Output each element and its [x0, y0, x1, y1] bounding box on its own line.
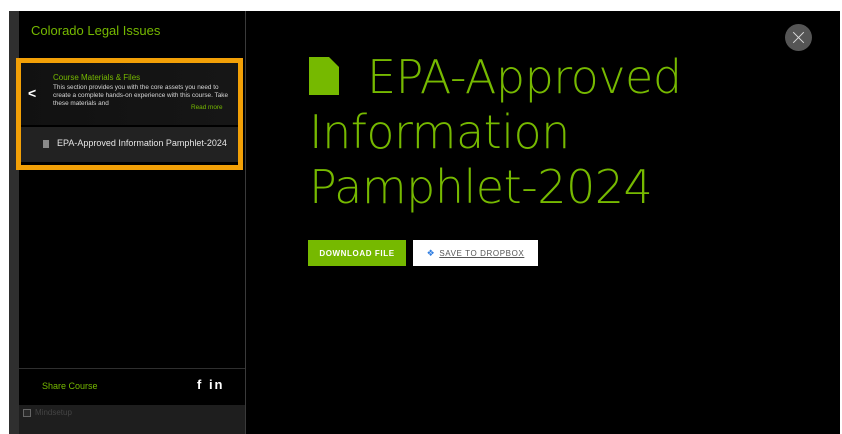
dropbox-label: SAVE TO DROPBOX — [439, 248, 525, 258]
document-icon — [309, 57, 339, 95]
highlight-box — [16, 58, 243, 170]
page-title: EPA-Approved Information Pamphlet-2024 — [309, 50, 779, 215]
page-title-text: EPA-Approved Information Pamphlet-2024 — [309, 50, 682, 214]
footer-image-alt: Mindsetup — [35, 408, 72, 417]
share-course-label: Share Course — [42, 381, 98, 391]
sidebar: Colorado Legal Issues < Course Materials… — [16, 11, 246, 434]
close-button[interactable] — [785, 24, 812, 51]
footer-bar: Mindsetup — [19, 405, 245, 434]
save-to-dropbox-button[interactable]: ❖ SAVE TO DROPBOX — [413, 240, 538, 266]
course-title[interactable]: Colorado Legal Issues — [31, 23, 160, 38]
download-file-button[interactable]: DOWNLOAD FILE — [308, 240, 406, 266]
social-icons[interactable]: f in — [197, 377, 225, 392]
dropbox-icon: ❖ — [426, 247, 436, 258]
divider — [19, 368, 245, 369]
broken-image-icon — [23, 409, 31, 417]
